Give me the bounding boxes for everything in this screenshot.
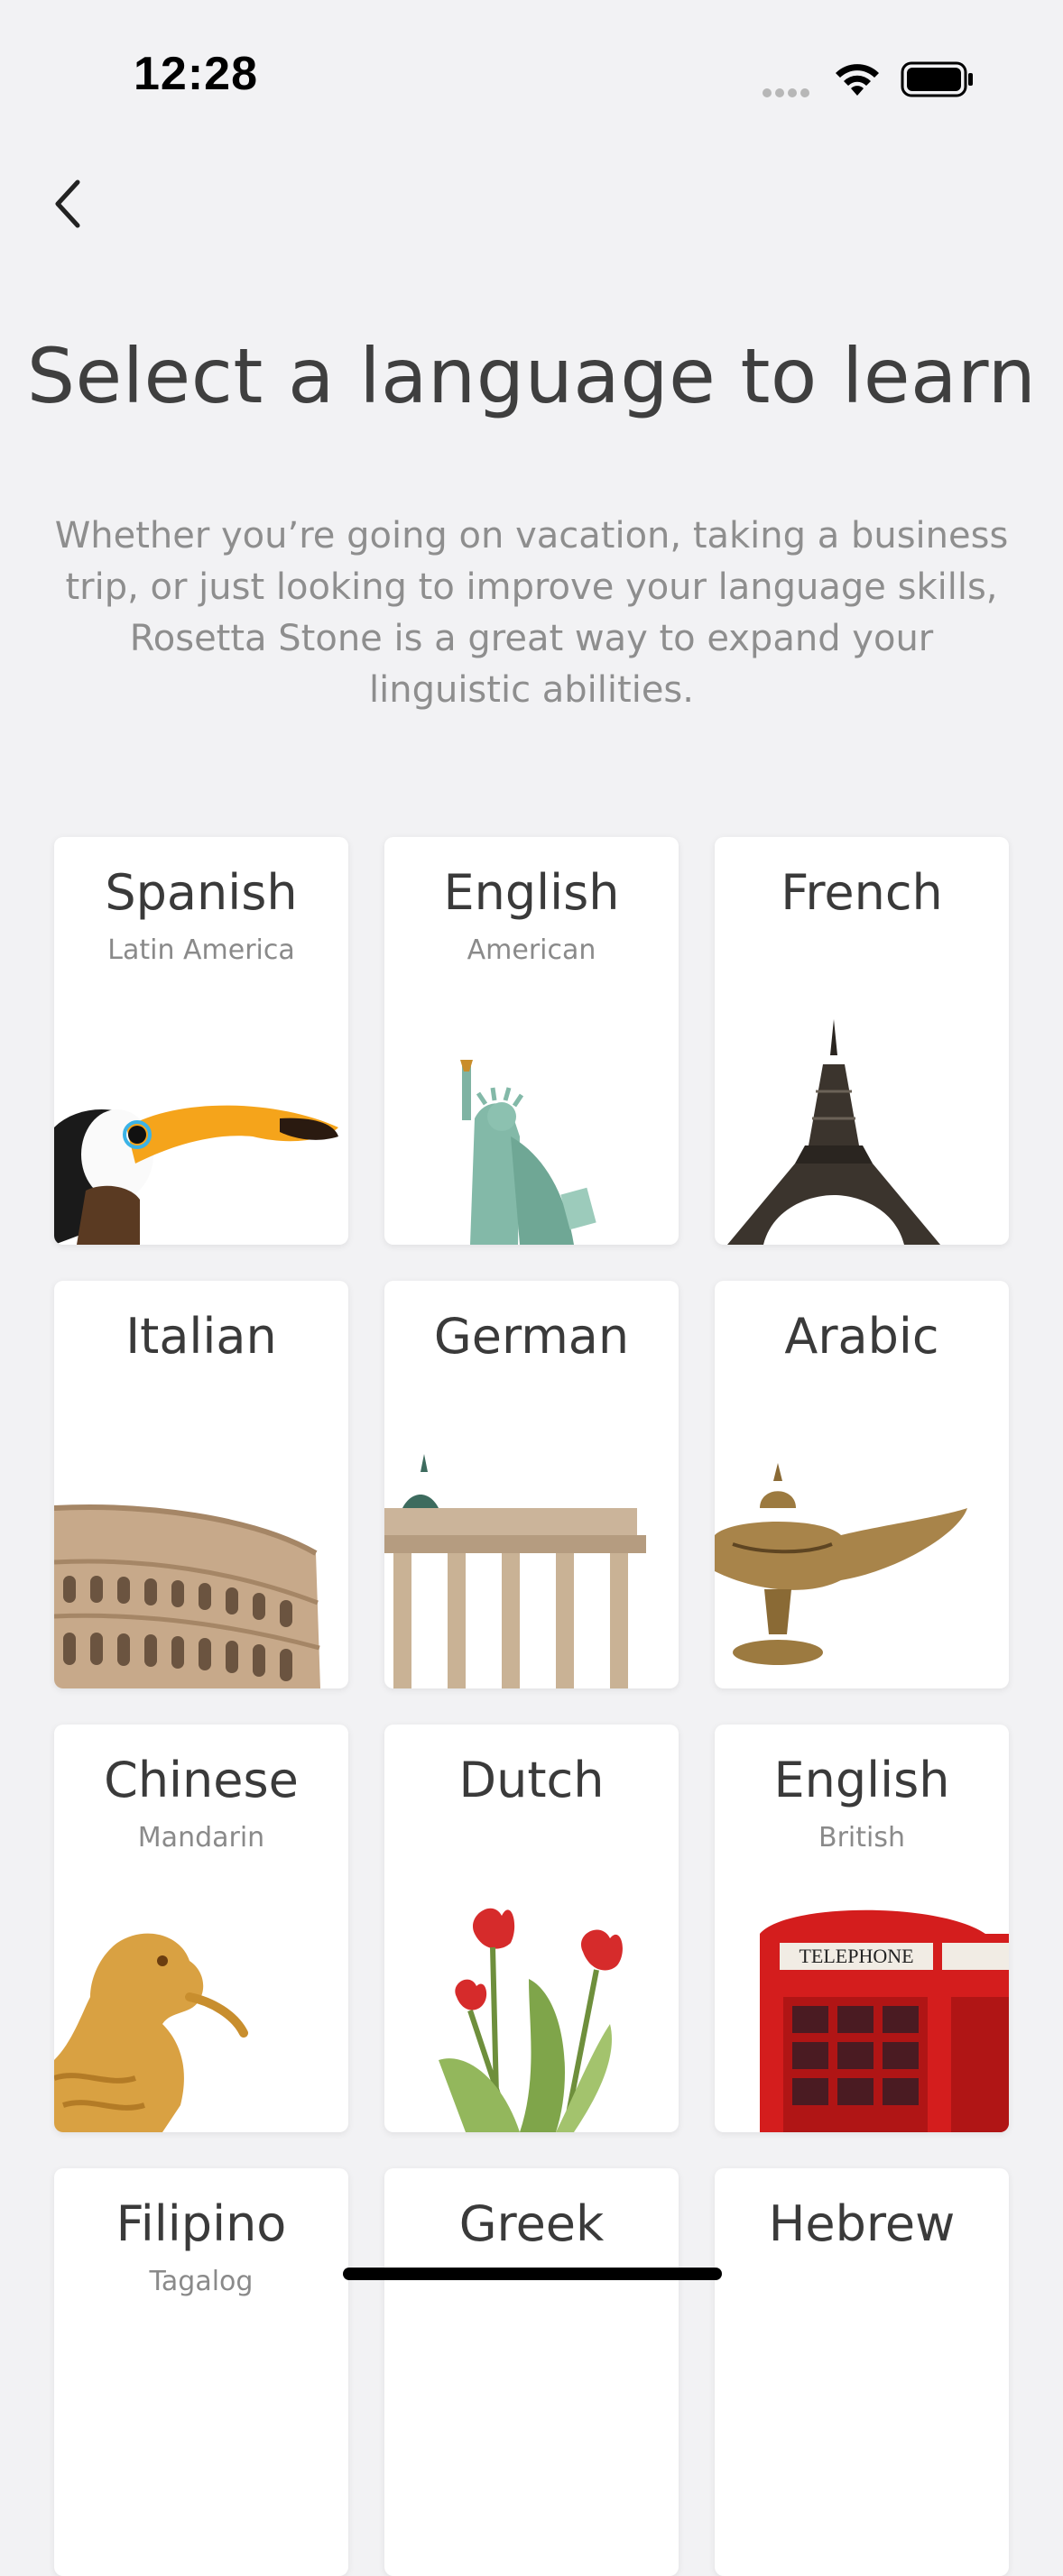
- language-name: Filipino: [116, 2195, 287, 2252]
- language-card-spanish[interactable]: Spanish Latin America: [54, 837, 348, 1245]
- language-name: French: [781, 864, 943, 921]
- language-name: Chinese: [104, 1752, 299, 1808]
- language-name: Hebrew: [768, 2195, 956, 2252]
- language-name: English: [773, 1752, 950, 1808]
- cellular-signal-icon: [763, 84, 813, 101]
- language-card-italian[interactable]: Italian: [54, 1281, 348, 1688]
- language-card-english-british[interactable]: English British TELEPHONE: [715, 1725, 1009, 2132]
- language-variant: Mandarin: [137, 1822, 265, 1854]
- language-variant: Tagalog: [149, 2266, 254, 2297]
- tulips-icon: [439, 1908, 623, 2132]
- oil-lamp-icon: [715, 1463, 967, 1665]
- battery-icon: [901, 61, 973, 97]
- status-time: 12:28: [134, 48, 258, 100]
- language-card-filipino-tagalog[interactable]: Filipino Tagalog: [54, 2168, 348, 2576]
- back-chevron-icon[interactable]: [51, 177, 87, 231]
- language-name: English: [443, 864, 620, 921]
- language-card-english-american[interactable]: English American: [384, 837, 679, 1245]
- phone-booth-icon: TELEPHONE: [760, 1909, 1009, 2132]
- language-name: German: [433, 1308, 630, 1365]
- page-subtitle: Whether you’re going on vacation, taking…: [54, 515, 1009, 711]
- language-card-greek[interactable]: Greek: [384, 2168, 679, 2576]
- toucan-icon: [54, 1105, 338, 1245]
- language-name: Arabic: [784, 1308, 939, 1365]
- language-card-chinese-mandarin[interactable]: Chinese Mandarin: [54, 1725, 348, 2132]
- colosseum-icon: [54, 1504, 320, 1688]
- statue-of-liberty-icon: [460, 1060, 596, 1245]
- dragon-icon: [54, 1933, 248, 2132]
- language-card-french[interactable]: French: [715, 837, 1009, 1245]
- language-card-hebrew[interactable]: Hebrew: [715, 2168, 1009, 2576]
- brandenburg-gate-icon: [384, 1454, 646, 1688]
- wifi-icon: [836, 64, 879, 96]
- language-name: Dutch: [458, 1752, 605, 1808]
- status-bar: 12:28: [0, 0, 1063, 135]
- language-card-arabic[interactable]: Arabic: [715, 1281, 1009, 1688]
- home-indicator[interactable]: [343, 2268, 722, 2280]
- eiffel-tower-icon: [727, 1019, 940, 1245]
- language-variant: American: [467, 934, 596, 966]
- language-card-german[interactable]: German: [384, 1281, 679, 1688]
- language-name: Italian: [125, 1308, 277, 1365]
- language-card-dutch[interactable]: Dutch: [384, 1725, 679, 2132]
- language-variant: Latin America: [107, 934, 295, 966]
- language-name: Spanish: [105, 864, 298, 921]
- language-variant: British: [818, 1822, 905, 1854]
- language-name: Greek: [458, 2195, 605, 2252]
- phone-booth-sign: TELEPHONE: [799, 1945, 913, 1967]
- page-title: Select a language to learn: [26, 332, 1037, 420]
